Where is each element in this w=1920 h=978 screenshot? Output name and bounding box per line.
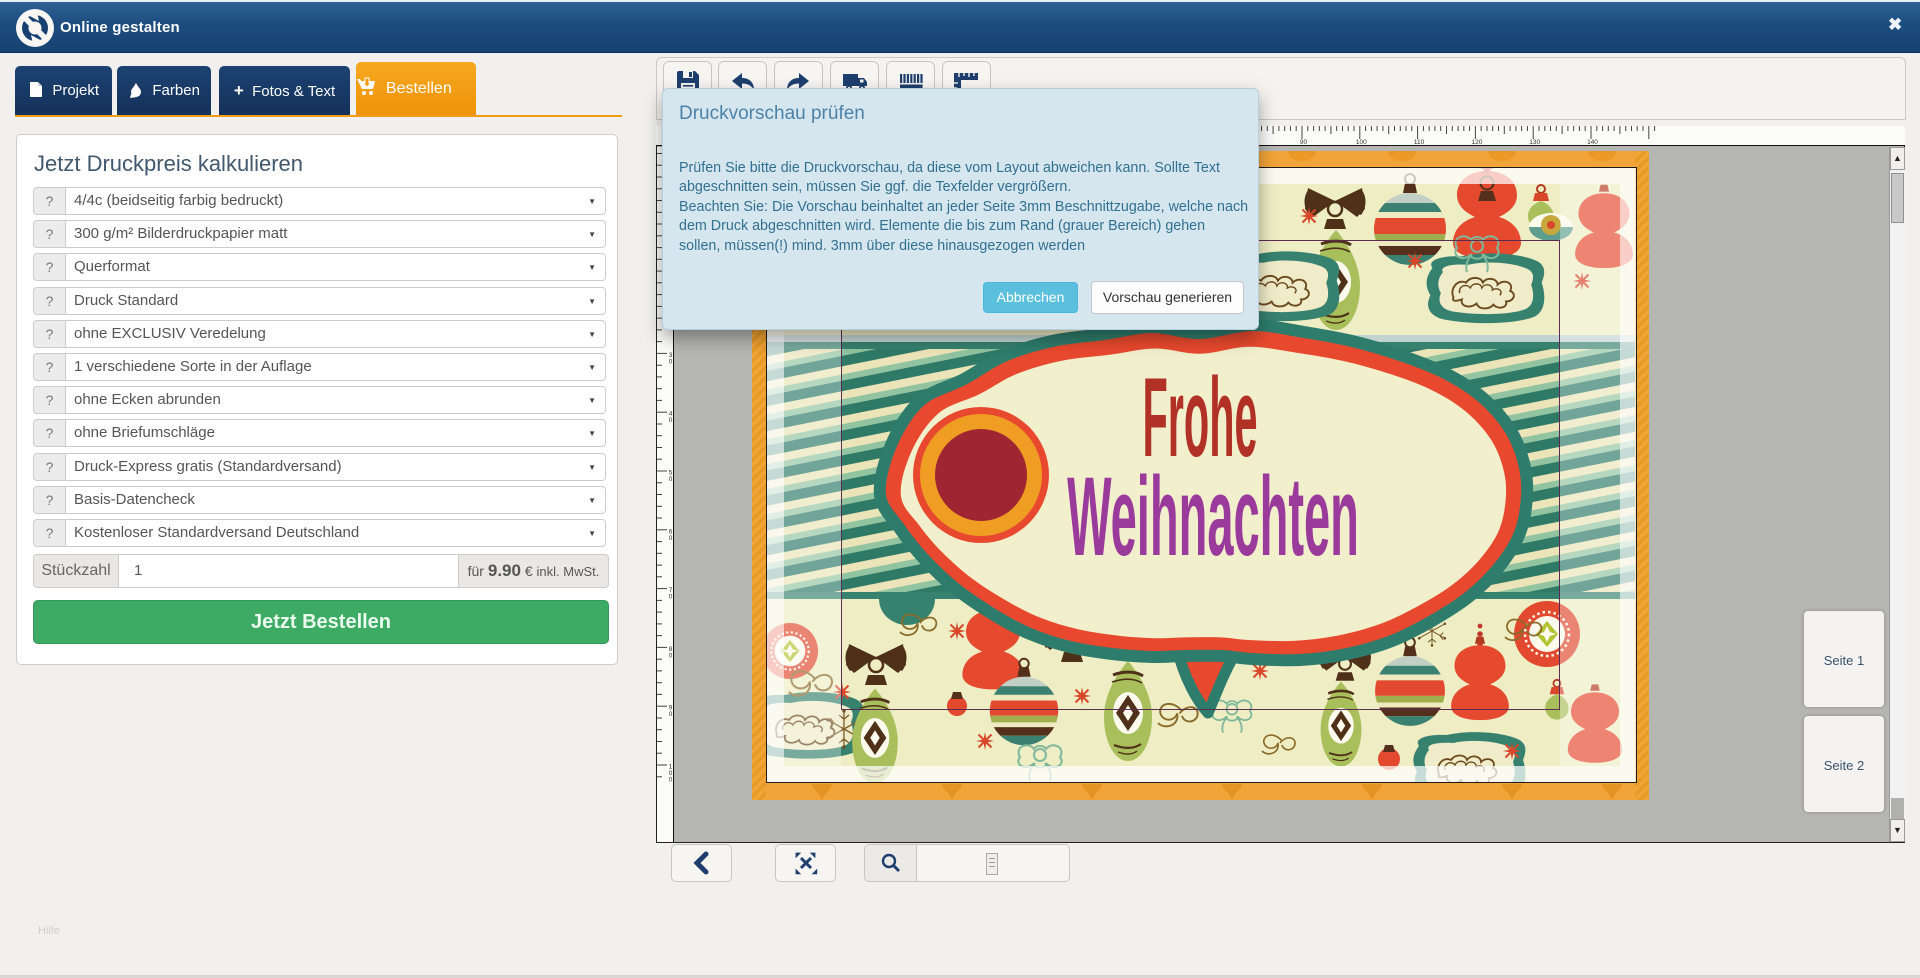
svg-text:100: 100 — [1356, 139, 1367, 145]
svg-text:0: 0 — [669, 476, 673, 483]
svg-text:90: 90 — [1300, 139, 1308, 145]
svg-text:0: 0 — [669, 535, 673, 542]
svg-text:Weihnachten: Weihnachten — [1067, 455, 1359, 580]
svg-text:0: 0 — [669, 777, 673, 784]
svg-text:0: 0 — [669, 711, 673, 718]
svg-text:0: 0 — [669, 594, 673, 601]
svg-text:130: 130 — [1529, 139, 1540, 145]
svg-text:0: 0 — [669, 358, 673, 365]
svg-text:0: 0 — [669, 417, 673, 424]
svg-text:120: 120 — [1471, 139, 1482, 145]
svg-text:140: 140 — [1587, 139, 1598, 145]
svg-text:0: 0 — [669, 652, 673, 659]
svg-text:110: 110 — [1414, 139, 1425, 145]
